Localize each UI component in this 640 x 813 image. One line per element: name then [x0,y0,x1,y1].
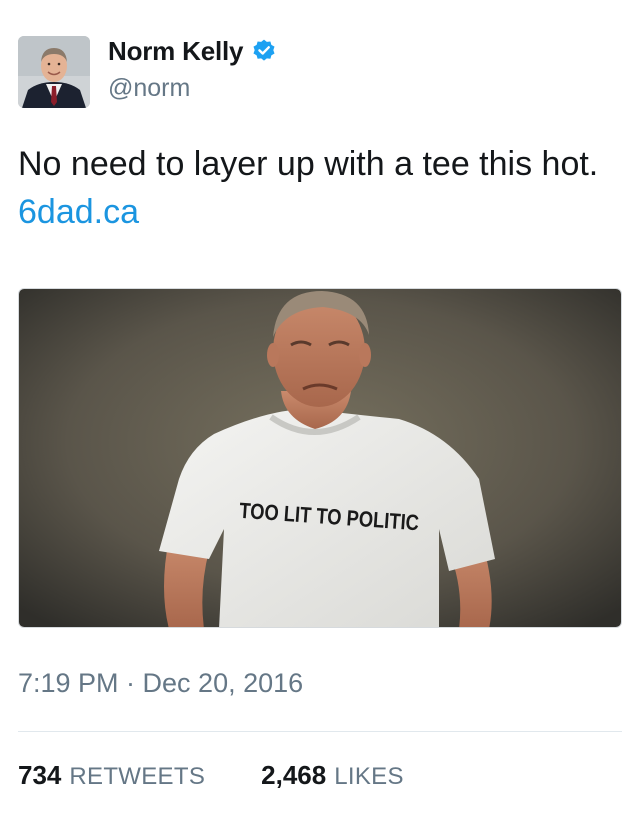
likes-count: 2,468 [261,760,327,790]
tweet-card: Norm Kelly @norm No need to layer up wit… [0,0,640,813]
display-name[interactable]: Norm Kelly [108,36,243,67]
photo: TOO LIT TO POLITIC [19,289,621,627]
tweet-media-image[interactable]: TOO LIT TO POLITIC [18,288,622,628]
verified-badge-icon [251,38,277,64]
tweet-text: No need to layer up with a tee this hot.… [18,140,618,236]
avatar-image [18,36,90,108]
retweets-stat[interactable]: 734 RETWEETS [18,760,205,791]
tweet-stats: 734 RETWEETS 2,468 LIKES [18,760,404,791]
likes-stat[interactable]: 2,468 LIKES [261,760,404,791]
name-row: Norm Kelly [108,36,277,66]
tweet-timestamp[interactable]: 7:19 PM · Dec 20, 2016 [18,668,303,699]
divider [18,731,622,732]
likes-label: LIKES [334,763,404,790]
tweet-body: No need to layer up with a tee this hot. [18,145,599,183]
retweets-label: RETWEETS [69,763,206,790]
avatar[interactable] [18,36,90,108]
user-handle[interactable]: @norm [108,74,190,103]
tweet-link[interactable]: 6dad.ca [18,193,139,231]
retweets-count: 734 [18,760,62,790]
